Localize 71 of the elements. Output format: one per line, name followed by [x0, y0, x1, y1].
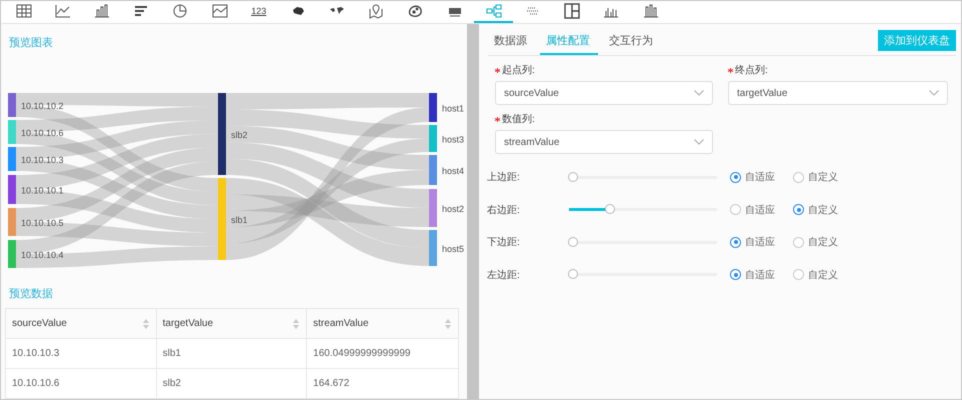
select-field[interactable]: targetValue: [728, 81, 948, 105]
sankey-icon[interactable]: [484, 2, 503, 20]
radio-label[interactable]: 自适应: [745, 202, 775, 217]
radio-label[interactable]: 自适应: [745, 170, 775, 184]
radio-button[interactable]: [793, 204, 804, 216]
radio-button[interactable]: [793, 236, 804, 248]
table-cell: 10.10.10.3: [6, 338, 156, 368]
node-label: 10.10.10.6: [21, 128, 64, 138]
field-label: 终点列:: [735, 64, 768, 77]
slider[interactable]: [569, 171, 719, 184]
layout-icon[interactable]: [563, 2, 582, 20]
margin-label: 左边距:: [487, 268, 521, 282]
slider[interactable]: [569, 204, 719, 216]
slider[interactable]: [569, 236, 719, 248]
table-cell: 160.04999999999999: [306, 338, 458, 368]
field-label: 起点列:: [502, 64, 535, 77]
radio-label[interactable]: 自定义: [808, 170, 838, 184]
radio-label[interactable]: 自定义: [808, 202, 838, 217]
tab[interactable]: 交互行为: [603, 33, 661, 55]
radio-label[interactable]: 自适应: [745, 268, 775, 282]
node-label: 10.10.10.2: [21, 101, 64, 111]
slider[interactable]: [569, 268, 719, 281]
node-label: 10.10.10.4: [21, 250, 64, 260]
margin-label: 上边距:: [487, 170, 521, 184]
column-header[interactable]: targetValue: [156, 308, 307, 338]
radio-label[interactable]: 自适应: [745, 235, 775, 250]
table-cell: 10.10.10.6: [6, 368, 156, 398]
stacked-bar-icon[interactable]: [642, 2, 660, 20]
map-pin-icon[interactable]: [367, 2, 386, 20]
node-label: 10.10.10.3: [21, 155, 64, 165]
table-cell: slb1: [156, 338, 307, 368]
node-label: host5: [442, 244, 464, 254]
margin-label: 右边距:: [487, 204, 521, 217]
node-label: host1: [442, 104, 464, 114]
column-header[interactable]: streamValue: [306, 308, 458, 338]
node-label: slb1: [231, 215, 248, 225]
area-chart-icon[interactable]: [210, 2, 229, 20]
section-title: 预览图表: [8, 36, 54, 50]
field-label: 数值列:: [502, 113, 535, 126]
toolbar-tab[interactable]: 123: [239, 1, 278, 23]
select-field[interactable]: sourceValue: [495, 81, 713, 105]
radio-button[interactable]: [730, 269, 741, 280]
node-label: 10.10.10.5: [21, 218, 64, 228]
table-cell: 164.672: [306, 368, 458, 398]
column-header[interactable]: sourceValue: [6, 308, 156, 338]
margin-label: 下边距:: [487, 236, 521, 250]
radio-label[interactable]: 自定义: [808, 235, 838, 250]
tab[interactable]: 数据源: [488, 33, 535, 55]
node-label: host2: [442, 204, 464, 214]
radio-label[interactable]: 自定义: [808, 268, 838, 282]
radio-button[interactable]: [793, 172, 804, 183]
table-cell: slb2: [156, 368, 307, 398]
radio-button[interactable]: [793, 269, 804, 280]
section-title: 预览数据: [8, 287, 54, 301]
node-label: slb2: [231, 130, 248, 140]
chevron-down-icon: [929, 90, 939, 96]
node-label: 10.10.10.1: [21, 186, 64, 196]
pie-chart-icon[interactable]: [171, 2, 190, 20]
select-field[interactable]: streamValue: [495, 130, 713, 154]
node-label: host4: [442, 166, 464, 176]
radio-button[interactable]: [730, 204, 741, 216]
radio-button[interactable]: [730, 236, 741, 248]
bar-chart-icon[interactable]: [92, 2, 111, 20]
line-chart-icon[interactable]: [54, 2, 72, 20]
node-label: host3: [442, 134, 464, 144]
radio-button[interactable]: [730, 172, 741, 183]
table-icon[interactable]: [14, 2, 33, 20]
scrollbar[interactable]: [467, 24, 479, 399]
number-label: 123: [251, 6, 266, 16]
chevron-down-icon: [694, 139, 704, 145]
chevron-down-icon: [694, 90, 704, 96]
